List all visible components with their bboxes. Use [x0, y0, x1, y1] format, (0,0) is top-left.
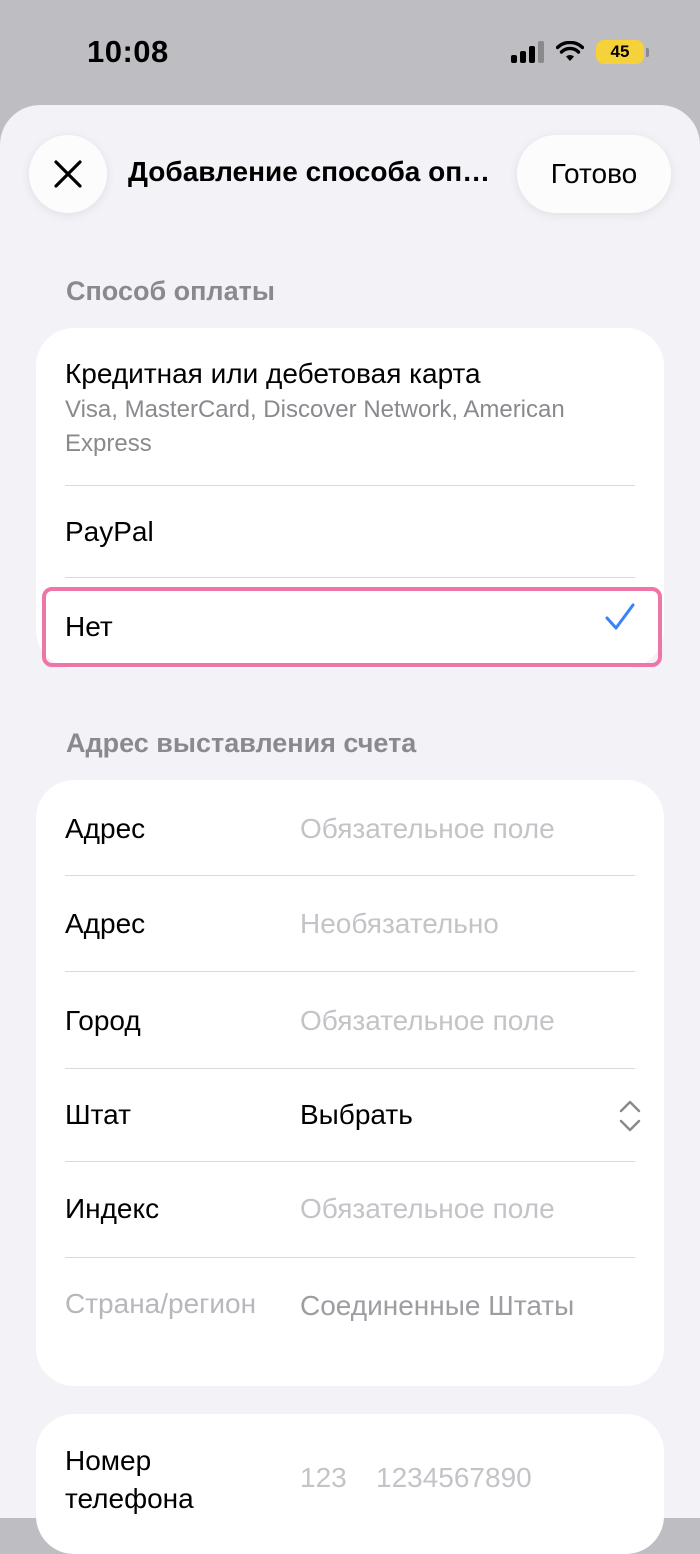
- chevron-up-down-icon: [619, 1100, 641, 1132]
- close-icon: [54, 160, 82, 188]
- billing-section-header: Адрес выставления счета: [66, 728, 417, 758]
- payment-option-card[interactable]: Кредитная или дебетовая карта Visa, Mast…: [36, 328, 664, 485]
- address-line2-row[interactable]: Адрес Необязательно: [36, 876, 664, 972]
- field-label: Страна/регион: [65, 1288, 257, 1319]
- payment-option-title: PayPal: [65, 516, 154, 547]
- field-label: Адрес: [65, 813, 146, 844]
- payment-option-title: Кредитная или дебетовая карта: [65, 358, 481, 389]
- status-bar: 10:08 45: [0, 0, 700, 105]
- city-input[interactable]: Обязательное поле: [300, 1005, 555, 1037]
- wifi-icon: [556, 41, 584, 61]
- address-line2-input[interactable]: Необязательно: [300, 908, 499, 940]
- status-icons: 45: [511, 38, 649, 66]
- address-line1-input[interactable]: Обязательное поле: [300, 813, 555, 845]
- phone-code-input[interactable]: 123: [300, 1462, 347, 1494]
- battery-level: 45: [610, 42, 630, 61]
- phone-number-input[interactable]: 1234567890: [376, 1462, 532, 1494]
- payment-section-header: Способ оплаты: [66, 276, 275, 306]
- billing-address-group: Адрес Обязательное поле Адрес Необязател…: [36, 780, 664, 1386]
- country-row: Страна/регион Соединенные Штаты: [36, 1258, 664, 1386]
- battery-icon: 45: [596, 40, 649, 64]
- address-line1-row[interactable]: Адрес Обязательное поле: [36, 780, 664, 875]
- field-label: Номер телефона: [65, 1445, 194, 1514]
- zip-input[interactable]: Обязательное поле: [300, 1193, 555, 1225]
- page-title: Добавление способа оплаты: [128, 156, 498, 187]
- close-button[interactable]: [29, 135, 107, 213]
- state-select[interactable]: Выбрать: [300, 1099, 413, 1131]
- payment-option-subtitle: Visa, MasterCard, Discover Network, Amer…: [65, 396, 565, 457]
- cellular-signal-icon: [511, 41, 544, 63]
- field-label: Штат: [65, 1099, 131, 1130]
- status-time: 10:08: [87, 34, 169, 69]
- done-button[interactable]: Готово: [517, 135, 671, 213]
- payment-option-paypal[interactable]: PayPal: [36, 486, 664, 577]
- selection-highlight: [42, 587, 662, 667]
- state-row[interactable]: Штат Выбрать: [36, 1069, 664, 1161]
- phone-group: Номер телефона 123 1234567890: [36, 1414, 664, 1554]
- field-label: Город: [65, 1005, 141, 1036]
- city-row[interactable]: Город Обязательное поле: [36, 972, 664, 1068]
- field-label: Адрес: [65, 908, 146, 939]
- zip-row[interactable]: Индекс Обязательное поле: [36, 1162, 664, 1257]
- country-value: Соединенные Штаты: [300, 1290, 575, 1321]
- phone-row[interactable]: Номер телефона 123 1234567890: [36, 1414, 664, 1554]
- field-label: Индекс: [65, 1193, 160, 1224]
